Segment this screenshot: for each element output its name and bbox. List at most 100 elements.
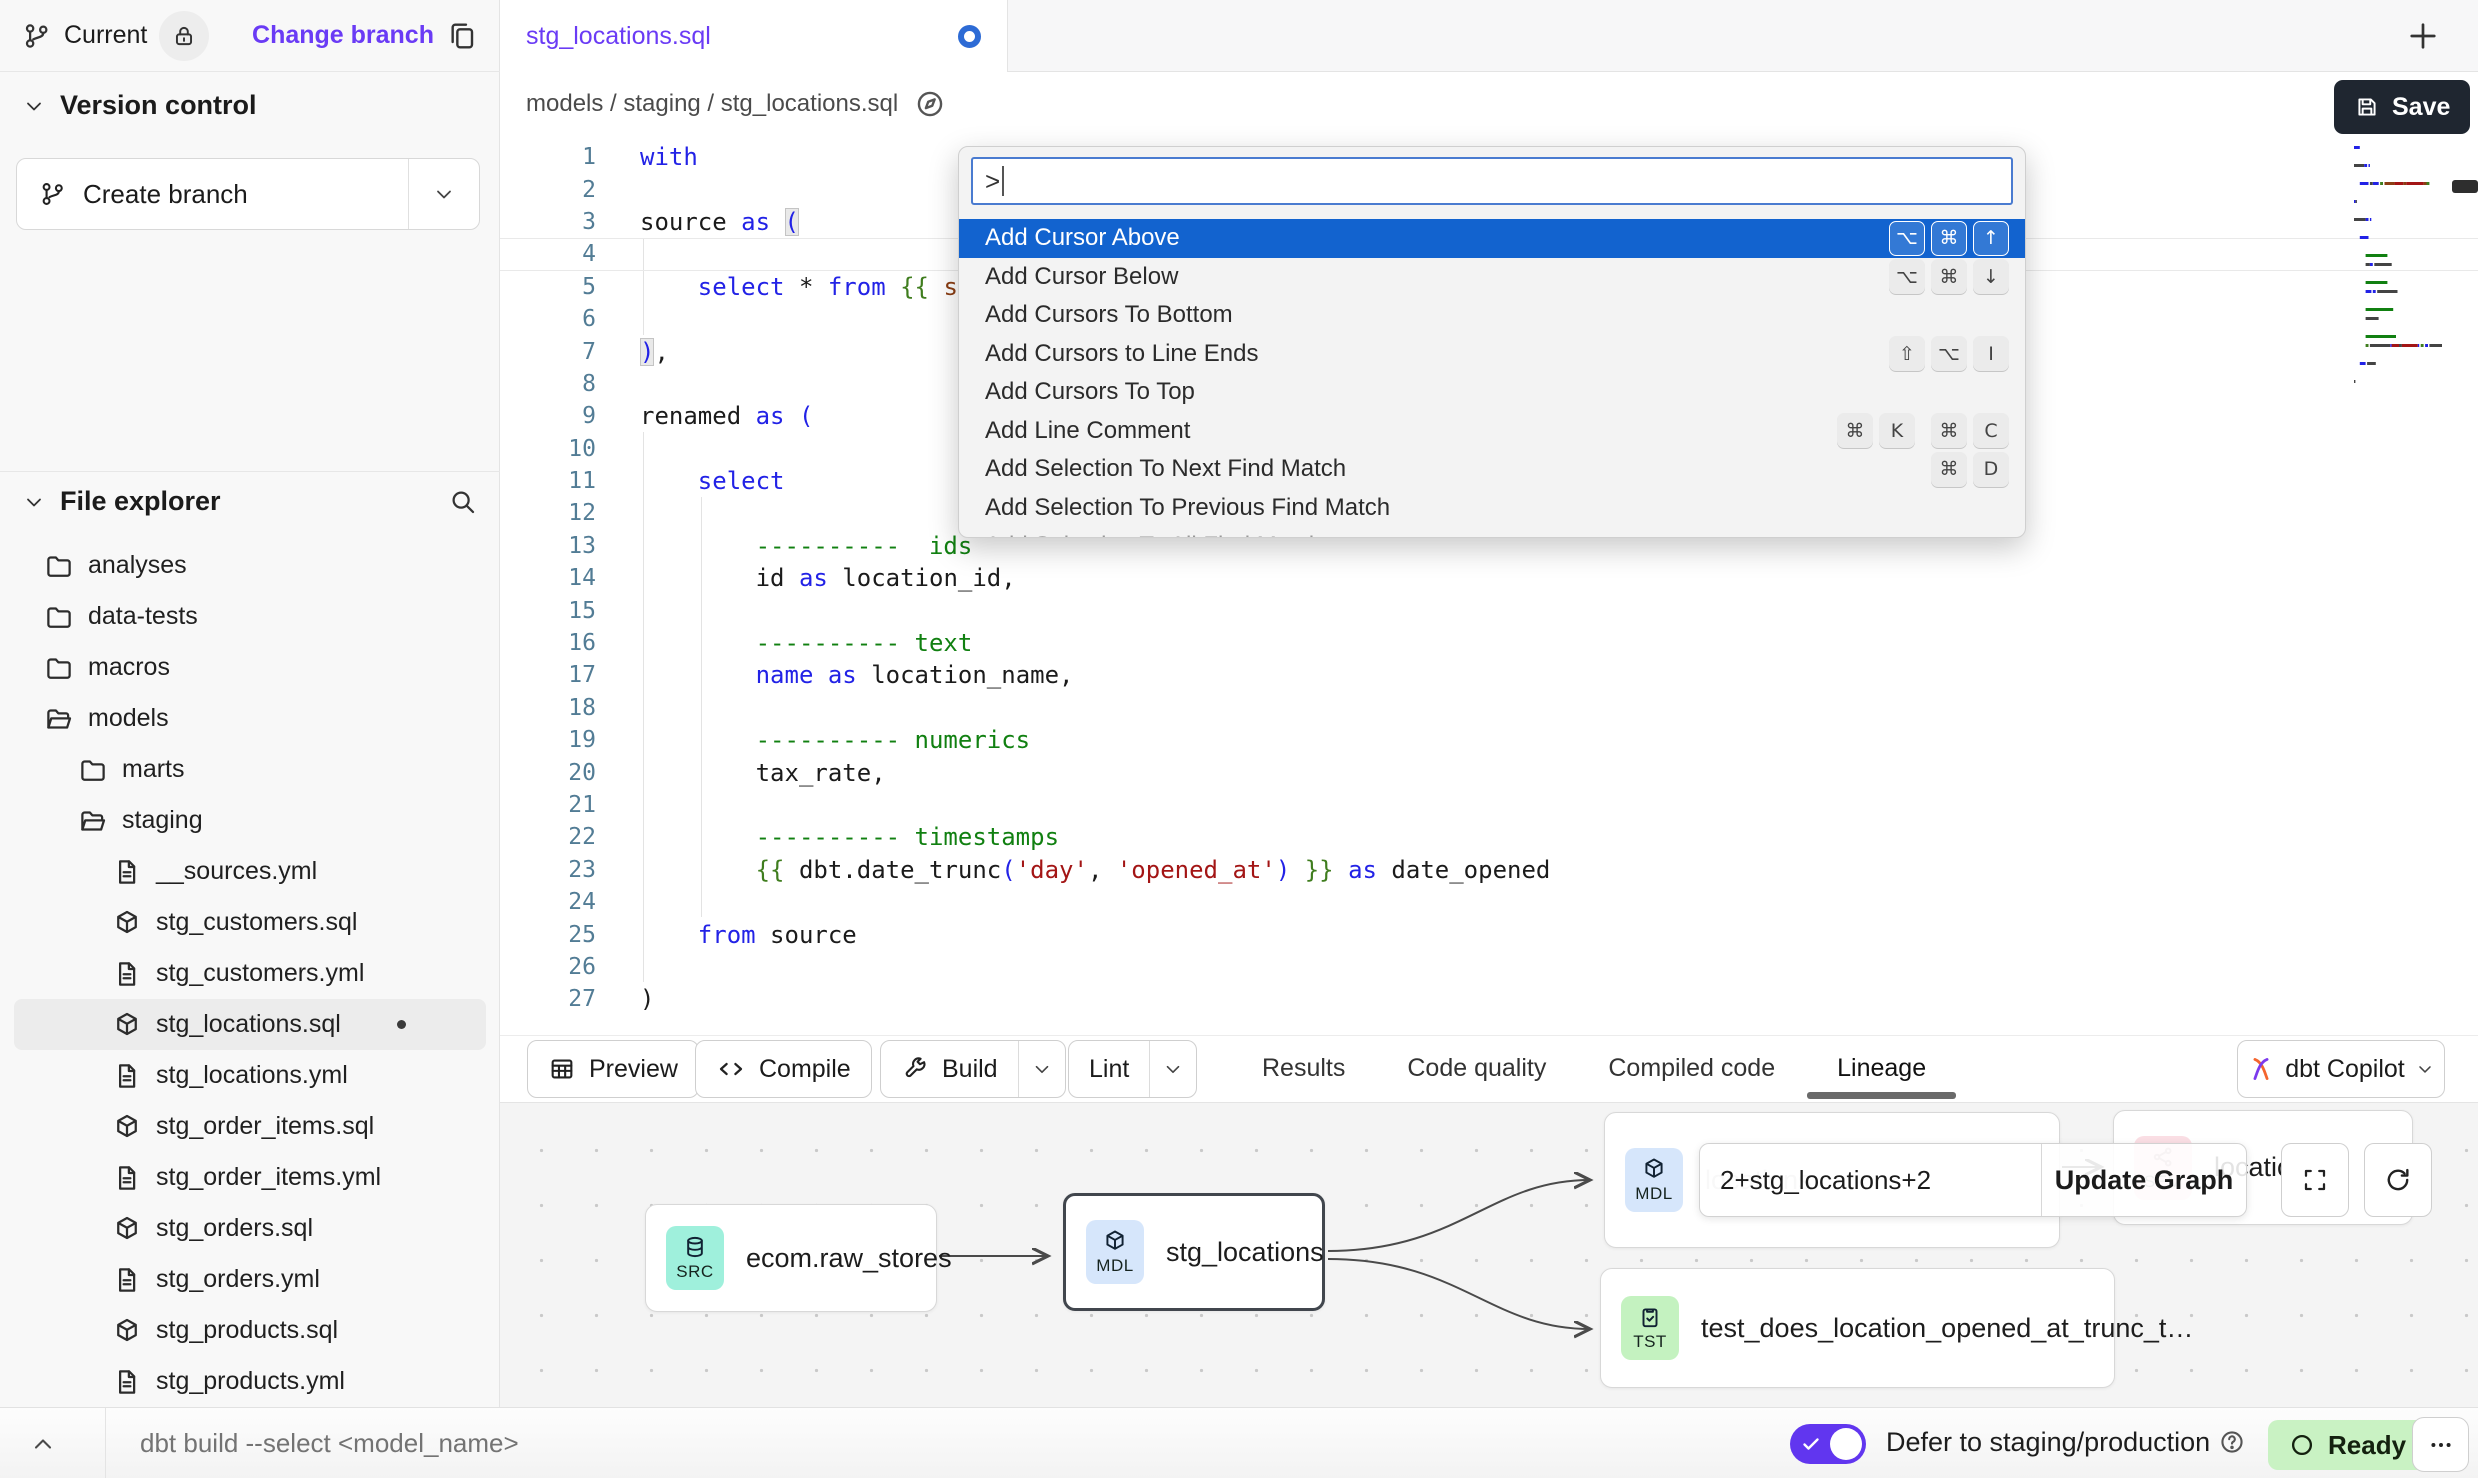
code-line[interactable]: 15 bbox=[500, 594, 2478, 626]
code-text: name as location_name, bbox=[640, 661, 1074, 689]
key-cap: I bbox=[1973, 336, 2009, 371]
change-branch-link[interactable]: Change branch bbox=[252, 21, 434, 50]
tab-lineage[interactable]: Lineage bbox=[1837, 1054, 1926, 1083]
code-line[interactable]: 20 tax_rate, bbox=[500, 756, 2478, 788]
tab-compiled-code[interactable]: Compiled code bbox=[1608, 1054, 1775, 1083]
more-options-button[interactable] bbox=[2412, 1417, 2469, 1472]
file-item[interactable]: analyses bbox=[14, 540, 486, 591]
palette-item[interactable]: Add Selection To Previous Find Match bbox=[959, 489, 2025, 528]
code-line[interactable]: 14 id as location_id, bbox=[500, 562, 2478, 594]
tab-stg-locations[interactable]: stg_locations.sql bbox=[500, 0, 1008, 72]
palette-item-label: Add Selection To Previous Find Match bbox=[985, 494, 1390, 522]
preview-button[interactable]: Preview bbox=[527, 1040, 699, 1098]
lint-button[interactable]: Lint bbox=[1068, 1040, 1197, 1098]
code-line[interactable]: 17 name as location_name, bbox=[500, 659, 2478, 691]
code-line[interactable]: 27) bbox=[500, 983, 2478, 1015]
file-item[interactable]: stg_order_items.sql bbox=[14, 1101, 486, 1152]
search-icon[interactable] bbox=[448, 487, 478, 517]
line-number: 21 bbox=[500, 792, 640, 818]
lineage-selector-input[interactable]: 2+stg_locations+2 bbox=[1700, 1165, 2041, 1196]
code-line[interactable]: 26 bbox=[500, 951, 2478, 983]
file-item[interactable]: macros bbox=[14, 642, 486, 693]
help-icon[interactable] bbox=[2218, 1428, 2246, 1456]
file-item[interactable]: models bbox=[14, 693, 486, 744]
defer-toggle[interactable] bbox=[1790, 1424, 1866, 1464]
file-item[interactable]: marts bbox=[14, 744, 486, 795]
file-icon bbox=[112, 1061, 142, 1091]
new-tab-button[interactable] bbox=[2405, 18, 2441, 54]
code-line[interactable]: 16 ---------- text bbox=[500, 627, 2478, 659]
tab-results[interactable]: Results bbox=[1262, 1054, 1345, 1083]
palette-item[interactable]: Add Cursors to Line Ends⇧⌥I bbox=[959, 335, 2025, 374]
compass-icon[interactable] bbox=[914, 88, 946, 120]
palette-item[interactable]: Add Cursor Below⌥⌘↓ bbox=[959, 258, 2025, 297]
command-palette-input[interactable]: > bbox=[971, 157, 2013, 205]
lineage-node-stg-locations[interactable]: MDL stg_locations bbox=[1063, 1193, 1325, 1311]
file-item[interactable]: stg_products.sql bbox=[14, 1305, 486, 1356]
file-item-label: stg_customers.sql bbox=[156, 908, 357, 937]
code-line[interactable]: 18 bbox=[500, 692, 2478, 724]
code-line[interactable]: 22 ---------- timestamps bbox=[500, 821, 2478, 853]
compile-button[interactable]: Compile bbox=[695, 1040, 872, 1098]
palette-item[interactable]: Add Cursor Above⌥⌘↑ bbox=[959, 219, 2025, 258]
command-input[interactable]: dbt build --select <model_name> bbox=[140, 1428, 519, 1459]
code-line[interactable]: 19 ---------- numerics bbox=[500, 724, 2478, 756]
code-line[interactable]: 23 {{ dbt.date_trunc('day', 'opened_at')… bbox=[500, 854, 2478, 886]
minimap[interactable] bbox=[2350, 142, 2442, 392]
fullscreen-button[interactable] bbox=[2281, 1143, 2349, 1217]
update-graph-button[interactable]: Update Graph bbox=[2041, 1144, 2246, 1216]
palette-item-label: Add Cursors To Top bbox=[985, 378, 1195, 406]
file-explorer-header[interactable]: File explorer bbox=[22, 486, 478, 517]
create-branch-button[interactable]: Create branch bbox=[16, 158, 480, 230]
lineage-canvas[interactable]: SRC ecom.raw_stores MDL stg_locations MD… bbox=[500, 1103, 2478, 1407]
file-item[interactable]: stg_products.yml bbox=[14, 1356, 486, 1407]
file-item[interactable]: stg_orders.sql bbox=[14, 1203, 486, 1254]
tab-code-quality[interactable]: Code quality bbox=[1407, 1054, 1546, 1083]
code-line[interactable]: 25 from source bbox=[500, 918, 2478, 950]
refresh-button[interactable] bbox=[2364, 1143, 2432, 1217]
shortcut-keys: ⌥⌘↑ bbox=[1889, 221, 2009, 256]
lineage-node-test[interactable]: TST test_does_location_opened_at_trunc_t… bbox=[1600, 1268, 2115, 1388]
expand-console-button[interactable] bbox=[28, 1430, 58, 1458]
code-line[interactable]: 21 bbox=[500, 789, 2478, 821]
version-control-header[interactable]: Version control bbox=[22, 90, 257, 121]
lineage-node-source[interactable]: SRC ecom.raw_stores bbox=[645, 1204, 937, 1312]
key-cap: ⇧ bbox=[1889, 336, 1925, 371]
file-item[interactable]: staging bbox=[14, 795, 486, 846]
file-item[interactable]: stg_customers.sql bbox=[14, 897, 486, 948]
code-text: from source bbox=[640, 921, 857, 949]
file-item[interactable]: __sources.yml bbox=[14, 846, 486, 897]
file-item[interactable]: stg_order_items.yml bbox=[14, 1152, 486, 1203]
line-number: 1 bbox=[500, 144, 640, 170]
scrollbar-thumb[interactable] bbox=[2452, 180, 2478, 193]
palette-item[interactable]: Add Selection To All Find Matches bbox=[959, 527, 2025, 538]
save-button[interactable]: Save bbox=[2334, 80, 2470, 134]
file-item[interactable]: stg_customers.yml bbox=[14, 948, 486, 999]
palette-item[interactable]: Add Selection To Next Find Match⌘D bbox=[959, 450, 2025, 489]
build-button[interactable]: Build bbox=[880, 1040, 1066, 1098]
file-item[interactable]: stg_locations.yml bbox=[14, 1050, 486, 1101]
code-line[interactable]: 24 bbox=[500, 886, 2478, 918]
file-item[interactable]: stg_locations.sql bbox=[14, 999, 486, 1050]
refresh-icon bbox=[2382, 1164, 2414, 1196]
line-number: 4 bbox=[500, 241, 640, 267]
create-branch-dropdown[interactable] bbox=[408, 159, 479, 229]
palette-item[interactable]: Add Cursors To Top bbox=[959, 373, 2025, 412]
palette-item[interactable]: Add Line Comment⌘K⌘C bbox=[959, 412, 2025, 451]
file-item-label: analyses bbox=[88, 551, 187, 580]
file-item[interactable]: data-tests bbox=[14, 591, 486, 642]
key-cap: ⌘ bbox=[1931, 413, 1967, 448]
cube-icon bbox=[1641, 1156, 1667, 1182]
code-text: with bbox=[640, 143, 698, 171]
source-badge: SRC bbox=[666, 1226, 724, 1290]
folder-icon bbox=[78, 755, 108, 785]
model-icon bbox=[112, 1112, 142, 1142]
lint-dropdown[interactable] bbox=[1149, 1041, 1196, 1097]
badge-text: MDL bbox=[1096, 1256, 1133, 1276]
palette-item-label: Add Line Comment bbox=[985, 417, 1190, 445]
file-item[interactable]: stg_orders.yml bbox=[14, 1254, 486, 1305]
dbt-copilot-button[interactable]: dbt Copilot bbox=[2237, 1040, 2445, 1098]
palette-item[interactable]: Add Cursors To Bottom bbox=[959, 296, 2025, 335]
build-dropdown[interactable] bbox=[1018, 1041, 1065, 1097]
copy-icon[interactable] bbox=[446, 20, 478, 52]
